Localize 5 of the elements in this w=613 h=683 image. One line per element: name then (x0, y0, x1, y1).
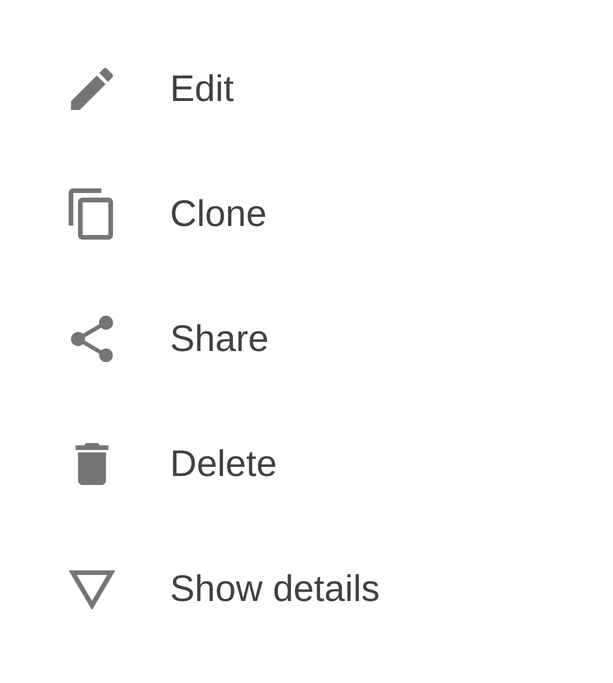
menu-item[interactable]: Share (170, 318, 269, 360)
menu-item[interactable]: Delete (170, 442, 277, 484)
menu-item[interactable]: Clone (170, 192, 267, 234)
menu-item[interactable]: Show details (170, 568, 380, 610)
menu-item[interactable]: Edit (170, 68, 234, 110)
